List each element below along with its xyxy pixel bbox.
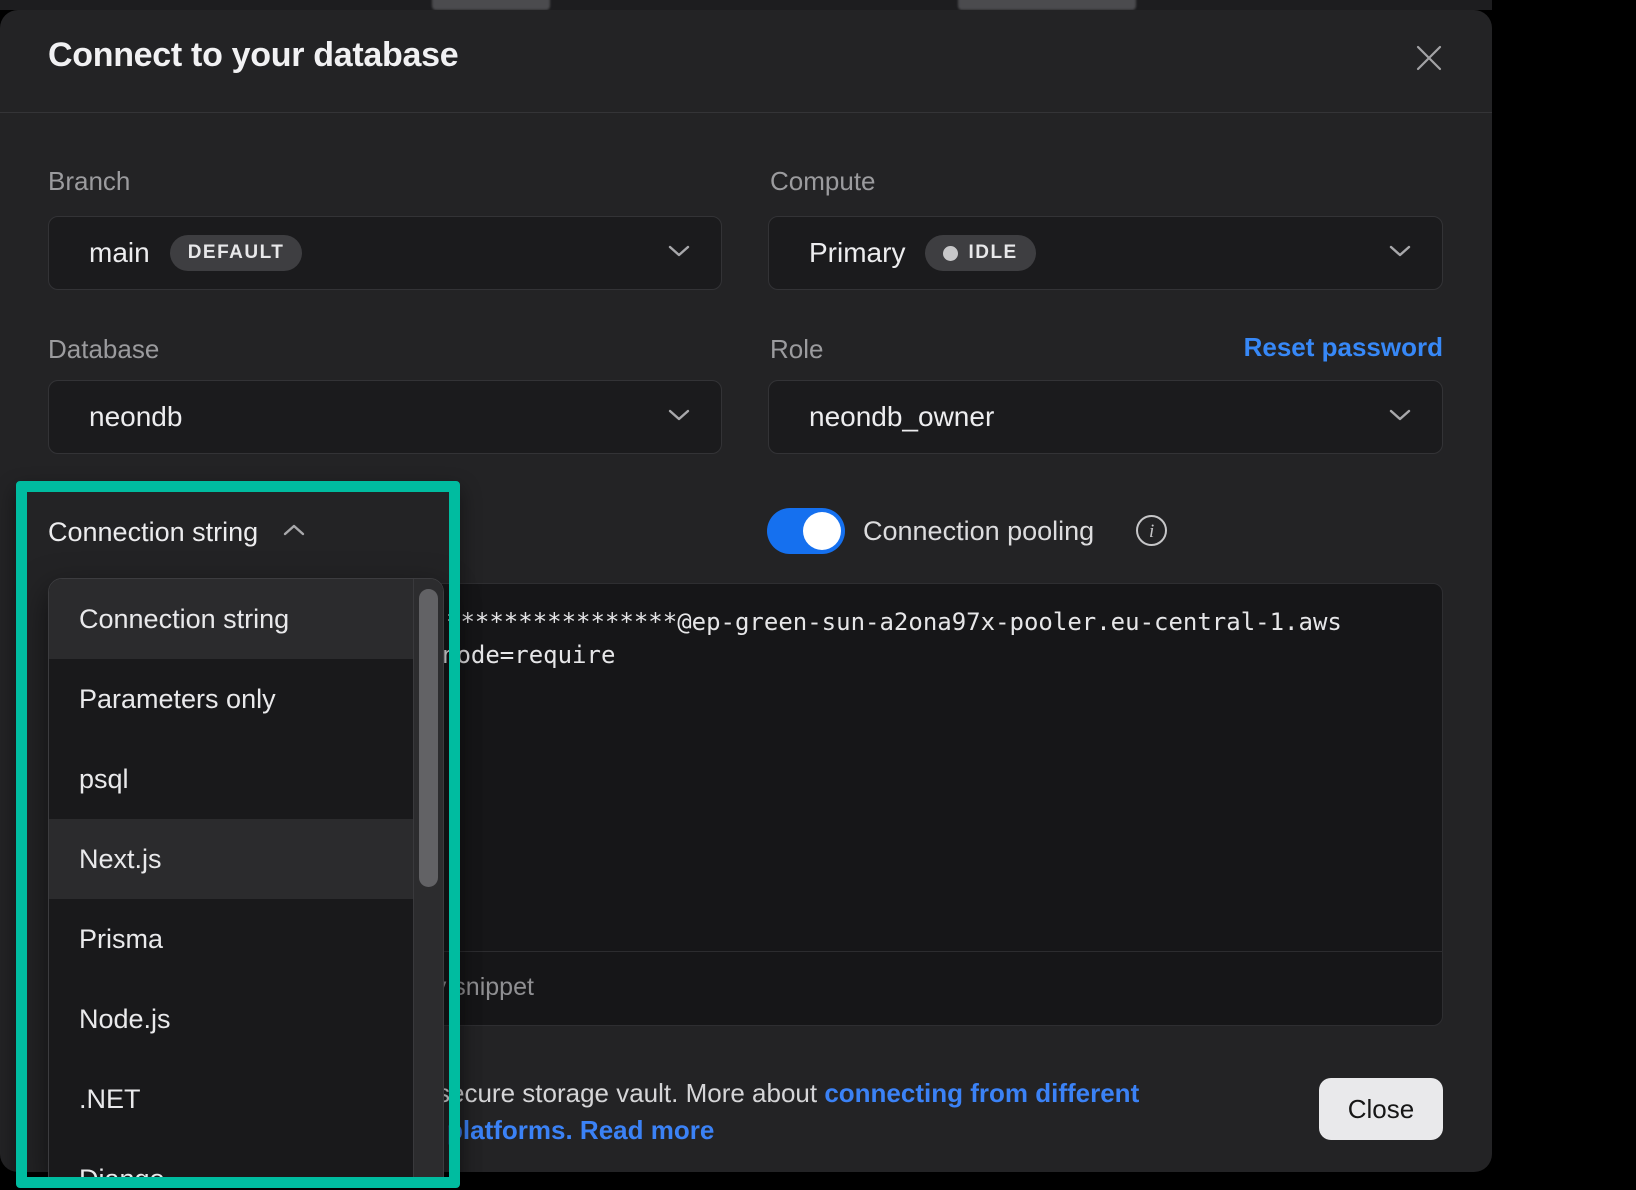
idle-badge-label: IDLE bbox=[968, 242, 1017, 264]
connection-string-line2: node=require bbox=[442, 641, 615, 669]
menu-item-nextjs[interactable]: Next.js bbox=[49, 819, 443, 899]
footer-link-continued[interactable]: platforms. bbox=[447, 1115, 573, 1145]
header-divider bbox=[0, 112, 1492, 113]
menu-item-psql[interactable]: psql bbox=[49, 739, 443, 819]
branch-label: Branch bbox=[48, 166, 130, 197]
menu-item-dotnet[interactable]: .NET bbox=[49, 1059, 443, 1139]
compute-value: Primary bbox=[809, 237, 905, 269]
role-value: neondb_owner bbox=[809, 401, 994, 433]
chevron-down-icon bbox=[1388, 244, 1412, 263]
connection-pooling-label: Connection pooling bbox=[863, 516, 1094, 547]
page-background: Connect to your database Branch Compute … bbox=[0, 0, 1636, 1190]
background-text-fragment bbox=[432, 0, 550, 10]
reset-password-link[interactable]: Reset password bbox=[1244, 332, 1443, 363]
footer-link[interactable]: connecting from different bbox=[824, 1078, 1139, 1108]
read-more-link[interactable]: Read more bbox=[573, 1115, 715, 1145]
scrollbar-thumb[interactable] bbox=[419, 589, 438, 887]
chevron-up-icon bbox=[282, 523, 306, 542]
info-icon[interactable]: i bbox=[1134, 513, 1169, 548]
database-label: Database bbox=[48, 334, 159, 365]
close-button[interactable]: Close bbox=[1319, 1078, 1443, 1140]
chevron-down-icon bbox=[667, 408, 691, 427]
footer-note-text: secure storage vault. More about bbox=[437, 1078, 824, 1108]
menu-item-prisma[interactable]: Prisma bbox=[49, 899, 443, 979]
branch-select[interactable]: main DEFAULT bbox=[48, 216, 722, 290]
menu-item-django[interactable]: Django bbox=[49, 1139, 443, 1178]
idle-status-badge: IDLE bbox=[925, 235, 1035, 271]
footer-note-line2: platforms. Read more bbox=[447, 1115, 714, 1146]
connection-type-menu: Connection string Parameters only psql N… bbox=[48, 578, 444, 1178]
background-app-strip bbox=[0, 0, 1492, 10]
svg-text:i: i bbox=[1149, 521, 1154, 542]
menu-item-parameters-only[interactable]: Parameters only bbox=[49, 659, 443, 739]
role-select[interactable]: neondb_owner bbox=[768, 380, 1443, 454]
connection-string-line1: ****************@ep-green-sun-a2ona97x-p… bbox=[446, 608, 1342, 636]
status-dot-icon bbox=[943, 246, 958, 261]
dialog-title: Connect to your database bbox=[48, 36, 458, 75]
connection-type-select[interactable]: Connection string bbox=[48, 512, 306, 552]
toggle-knob bbox=[803, 512, 841, 550]
database-select[interactable]: neondb bbox=[48, 380, 722, 454]
chevron-down-icon bbox=[667, 244, 691, 263]
menu-item-connection-string[interactable]: Connection string bbox=[49, 579, 443, 659]
default-badge: DEFAULT bbox=[170, 235, 303, 271]
compute-label: Compute bbox=[770, 166, 876, 197]
menu-item-nodejs[interactable]: Node.js bbox=[49, 979, 443, 1059]
connection-type-label: Connection string bbox=[48, 517, 258, 548]
scrollbar-track bbox=[413, 579, 443, 1177]
compute-select[interactable]: Primary IDLE bbox=[768, 216, 1443, 290]
dialog-close-button[interactable] bbox=[1407, 36, 1451, 80]
role-label: Role bbox=[770, 334, 823, 365]
close-icon bbox=[1411, 40, 1447, 76]
branch-value: main bbox=[89, 237, 150, 269]
database-value: neondb bbox=[89, 401, 182, 433]
footer-note-line1: secure storage vault. More about connect… bbox=[437, 1078, 1139, 1109]
chevron-down-icon bbox=[1388, 408, 1412, 427]
connection-pooling-toggle[interactable] bbox=[767, 508, 845, 554]
background-text-fragment bbox=[958, 0, 1136, 10]
